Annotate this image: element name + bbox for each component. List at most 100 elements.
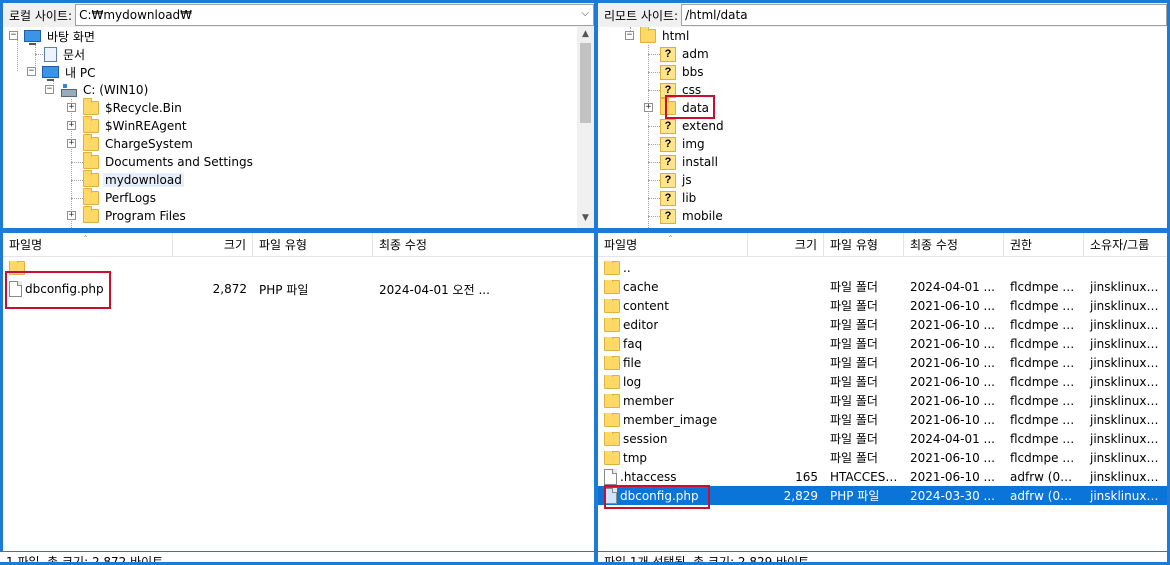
list-item[interactable]: .. xyxy=(598,258,1167,277)
tree-item-mobile[interactable]: ? mobile xyxy=(660,207,725,225)
scroll-down-icon[interactable]: ▼ xyxy=(577,213,594,223)
list-item[interactable]: dbconfig.php 2,829 PHP 파일 2024-03-30 ... adf… xyxy=(598,486,1167,505)
list-item[interactable]: log 파일 폴더 2021-06-10 ... flcdmpe (0... jinsk… xyxy=(598,372,1167,391)
collapse-icon[interactable]: − xyxy=(9,31,18,40)
file-name: .htaccess xyxy=(620,469,677,484)
tree-item-js[interactable]: ? js xyxy=(660,171,694,189)
expand-icon[interactable]: + xyxy=(67,139,76,148)
expand-icon[interactable]: + xyxy=(67,121,76,130)
column-header-size[interactable]: 크기 xyxy=(173,233,253,257)
local-status-bar: 1 파일, 총 크기: 2,872 바이트 xyxy=(0,552,594,562)
list-item[interactable]: faq 파일 폴더 2021-06-10 ... flcdmpe (0... jinsk… xyxy=(598,334,1167,353)
expand-icon[interactable]: + xyxy=(67,211,76,220)
tree-item-adm[interactable]: ? adm xyxy=(660,45,711,63)
list-item[interactable]: cache 파일 폴더 2024-04-01 ... flcdmpe (0... jin… xyxy=(598,277,1167,296)
tree-item-documents[interactable]: 문서 xyxy=(44,45,87,63)
local-path-combobox[interactable]: C:₩mydownload₩ ⌵ xyxy=(75,4,594,26)
chevron-down-icon[interactable]: ⌵ xyxy=(581,8,589,19)
expand-icon[interactable]: + xyxy=(67,103,76,112)
local-file-list: ˆ 파일명 크기 파일 유형 최종 수정 dbconfig.php 2,872 … xyxy=(3,233,594,551)
column-header-permissions[interactable]: 권한 xyxy=(1004,233,1084,257)
document-icon xyxy=(44,46,57,62)
column-header-owner[interactable]: 소유자/그룹 xyxy=(1084,233,1167,257)
local-site-label: 로컬 사이트: xyxy=(9,8,73,23)
file-permissions: flcdmpe (0... xyxy=(1010,317,1084,332)
local-tree-scrollbar[interactable]: ▲ ▼ xyxy=(577,27,594,228)
file-permissions: flcdmpe (0... xyxy=(1010,431,1084,446)
tree-item-extend[interactable]: ? extend xyxy=(660,117,726,135)
tree-item-recycle-bin[interactable]: $Recycle.Bin xyxy=(83,98,184,117)
column-header-type[interactable]: 파일 유형 xyxy=(824,233,904,257)
tree-item-label: html xyxy=(662,29,690,43)
file-type: 파일 폴더 xyxy=(830,318,878,332)
folder-icon xyxy=(83,206,99,223)
list-item[interactable]: member 파일 폴더 2021-06-10 ... flcdmpe (0... ji… xyxy=(598,391,1167,410)
tree-item-mydownload[interactable]: mydownload xyxy=(83,170,184,189)
file-owner: jinsklinux1 ... xyxy=(1090,431,1167,446)
file-permissions: flcdmpe (0... xyxy=(1010,298,1084,313)
unknown-folder-icon: ? xyxy=(660,46,676,62)
unknown-folder-icon: ? xyxy=(660,64,676,80)
tree-item-chargesystem[interactable]: ChargeSystem xyxy=(83,134,195,153)
tree-item-documents-and-settings[interactable]: Documents and Settings xyxy=(83,152,255,171)
list-item[interactable]: dbconfig.php 2,872 PHP 파일 2024-04-01 오전 … xyxy=(3,279,594,299)
column-header-size[interactable]: 크기 xyxy=(748,233,824,257)
expand-icon[interactable]: + xyxy=(644,103,653,112)
file-type: PHP 파일 xyxy=(830,489,880,503)
tree-item-label: 내 PC xyxy=(65,65,96,80)
folder-icon xyxy=(604,355,620,370)
list-item[interactable]: editor 파일 폴더 2021-06-10 ... flcdmpe (0... ji… xyxy=(598,315,1167,334)
file-name: tmp xyxy=(623,450,648,465)
file-modified: 2021-06-10 ... xyxy=(910,374,995,389)
collapse-icon[interactable]: − xyxy=(27,67,36,76)
tree-item-label: 문서 xyxy=(63,47,86,62)
collapse-icon[interactable]: − xyxy=(625,31,634,40)
list-item[interactable]: content 파일 폴더 2021-06-10 ... flcdmpe (0... j… xyxy=(598,296,1167,315)
list-item[interactable]: file 파일 폴더 2021-06-10 ... flcdmpe (0... jins… xyxy=(598,353,1167,372)
tree-item-install[interactable]: ? install xyxy=(660,153,720,171)
column-header-filename[interactable]: ˆ 파일명 xyxy=(3,233,173,257)
file-type: 파일 폴더 xyxy=(830,413,878,427)
scrollbar-thumb[interactable] xyxy=(580,43,591,123)
column-header-type[interactable]: 파일 유형 xyxy=(253,233,373,257)
tree-item-label: css xyxy=(682,83,702,97)
file-permissions: flcdmpe (0... xyxy=(1010,355,1084,370)
list-item[interactable]: session 파일 폴더 2024-04-01 ... flcdmpe (0... j… xyxy=(598,429,1167,448)
tree-item-this-pc[interactable]: 내 PC xyxy=(42,63,97,81)
folder-icon xyxy=(604,279,620,294)
tree-item-label: extend xyxy=(682,119,724,133)
tree-item-label: C: (WIN10) xyxy=(83,83,149,97)
column-header-modified[interactable]: 최종 수정 xyxy=(904,233,1004,257)
list-item[interactable]: .htaccess 165 HTACCESS... 2021-06-10 ... adf… xyxy=(598,467,1167,486)
file-owner: jinsklinux1 ... xyxy=(1090,412,1167,427)
file-type: PHP 파일 xyxy=(259,282,309,297)
file-permissions: adfrw (064... xyxy=(1010,488,1084,503)
tree-item-desktop[interactable]: 바탕 화면 xyxy=(24,27,97,45)
tree-item-css[interactable]: ? css xyxy=(660,81,703,99)
tree-item-label: install xyxy=(682,155,718,169)
list-item[interactable]: tmp 파일 폴더 2021-06-10 ... flcdmpe (0... jinsk… xyxy=(598,448,1167,467)
tree-item-drive-c[interactable]: C: (WIN10) xyxy=(61,81,150,99)
tree-item-perflogs[interactable]: PerfLogs xyxy=(83,188,158,207)
folder-icon xyxy=(604,317,620,332)
file-owner: jinsklinux1 ... xyxy=(1090,450,1167,465)
tree-item-img[interactable]: ? img xyxy=(660,135,707,153)
list-item[interactable] xyxy=(3,258,594,277)
tree-item-lib[interactable]: ? lib xyxy=(660,189,698,207)
tree-item-label: ChargeSystem xyxy=(105,137,193,151)
file-modified: 2021-06-10 ... xyxy=(910,355,995,370)
tree-item-data[interactable]: data xyxy=(660,98,711,117)
tree-item-bbs[interactable]: ? bbs xyxy=(660,63,706,81)
tree-item-html[interactable]: html xyxy=(640,27,691,45)
scroll-up-icon[interactable]: ▲ xyxy=(577,29,594,39)
collapse-icon[interactable]: − xyxy=(45,85,54,94)
list-item[interactable]: member_image 파일 폴더 2021-06-10 ... flcdmpe (… xyxy=(598,410,1167,429)
file-name: dbconfig.php xyxy=(25,282,104,296)
unknown-folder-icon: ? xyxy=(660,136,676,152)
tree-item-winreagent[interactable]: $WinREAgent xyxy=(83,116,189,135)
column-header-modified[interactable]: 최종 수정 xyxy=(373,233,594,257)
file-type: 파일 폴더 xyxy=(830,394,878,408)
remote-path-combobox[interactable]: /html/data xyxy=(681,4,1167,26)
column-header-filename[interactable]: ˆ 파일명 xyxy=(598,233,748,257)
tree-item-program-files[interactable]: Program Files xyxy=(83,206,188,225)
